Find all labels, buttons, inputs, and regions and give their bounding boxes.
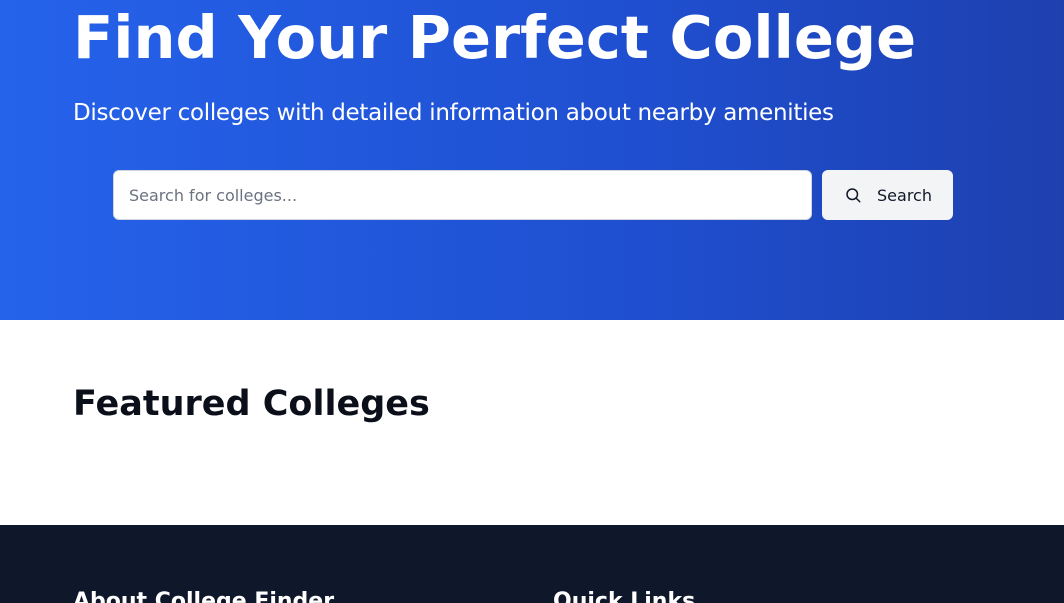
hero-title: Find Your Perfect College xyxy=(73,3,917,72)
search-icon xyxy=(843,185,863,205)
hero-section: Find Your Perfect College Discover colle… xyxy=(0,0,1064,320)
footer: About College Finder Quick Links xyxy=(0,525,1064,603)
footer-quick-links-heading: Quick Links xyxy=(553,589,696,603)
search-input[interactable] xyxy=(113,170,812,220)
search-button[interactable]: Search xyxy=(822,170,953,220)
footer-about-heading: About College Finder xyxy=(73,589,335,603)
hero-subtitle: Discover colleges with detailed informat… xyxy=(73,100,834,126)
featured-section: Featured Colleges xyxy=(0,320,1064,525)
search-button-label: Search xyxy=(877,185,932,205)
featured-title: Featured Colleges xyxy=(73,384,430,424)
